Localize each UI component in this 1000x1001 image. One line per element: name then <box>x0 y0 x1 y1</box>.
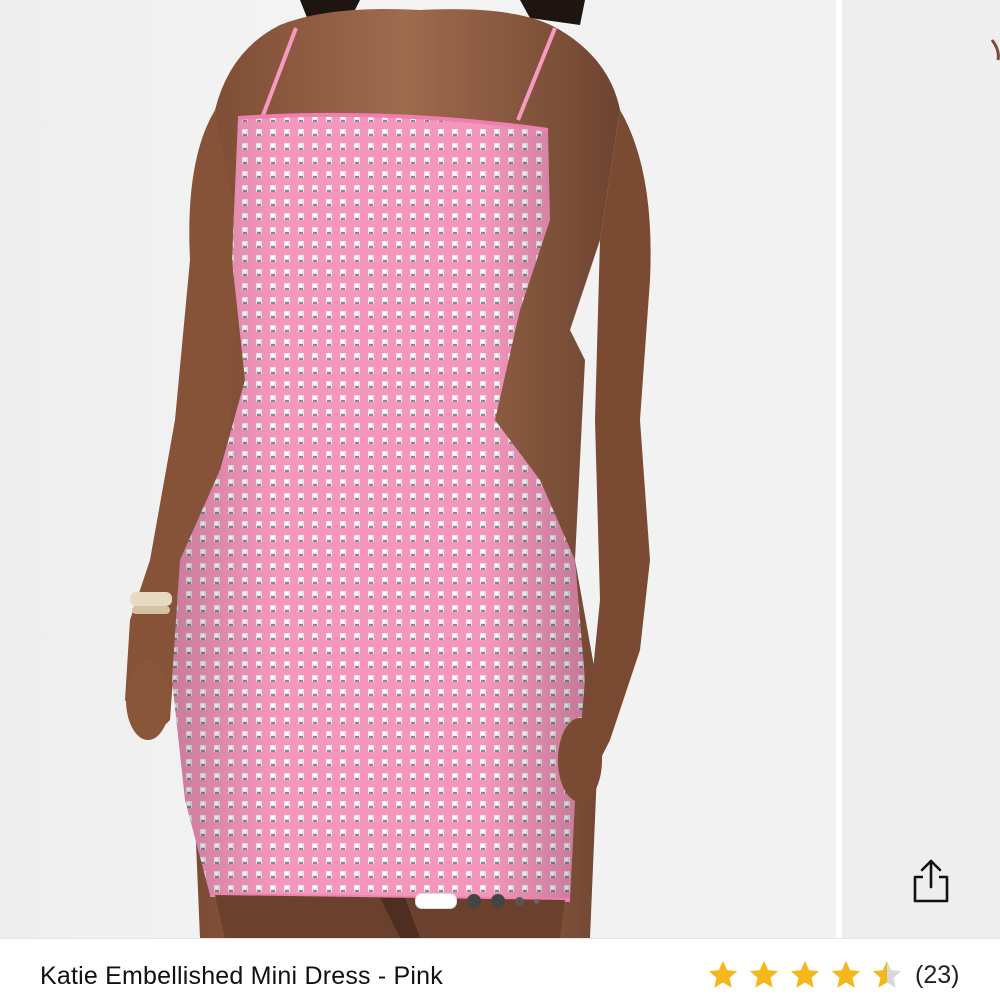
half-star-icon <box>872 960 902 988</box>
next-photo-edge <box>990 39 1000 61</box>
share-button[interactable] <box>898 848 964 914</box>
product-rating[interactable]: (23) <box>706 958 959 992</box>
carousel-dot[interactable] <box>491 894 505 908</box>
product-title: Katie Embellished Mini Dress - Pink <box>40 962 443 990</box>
product-image-next-peek[interactable] <box>842 0 1000 938</box>
star-icon <box>708 960 738 988</box>
carousel-pagination[interactable] <box>415 891 539 911</box>
star-icon <box>831 960 861 988</box>
carousel-dot[interactable] <box>515 896 524 906</box>
carousel-dot[interactable] <box>467 894 481 908</box>
share-icon <box>913 859 949 903</box>
product-image-carousel[interactable] <box>0 0 1000 938</box>
product-image-main[interactable] <box>0 0 836 938</box>
carousel-dot[interactable] <box>534 898 539 904</box>
product-photo <box>125 0 651 938</box>
review-count[interactable]: (23) <box>915 961 959 990</box>
carousel-dot-active[interactable] <box>415 893 457 909</box>
star-icon <box>749 960 779 988</box>
star-icon <box>790 960 820 988</box>
